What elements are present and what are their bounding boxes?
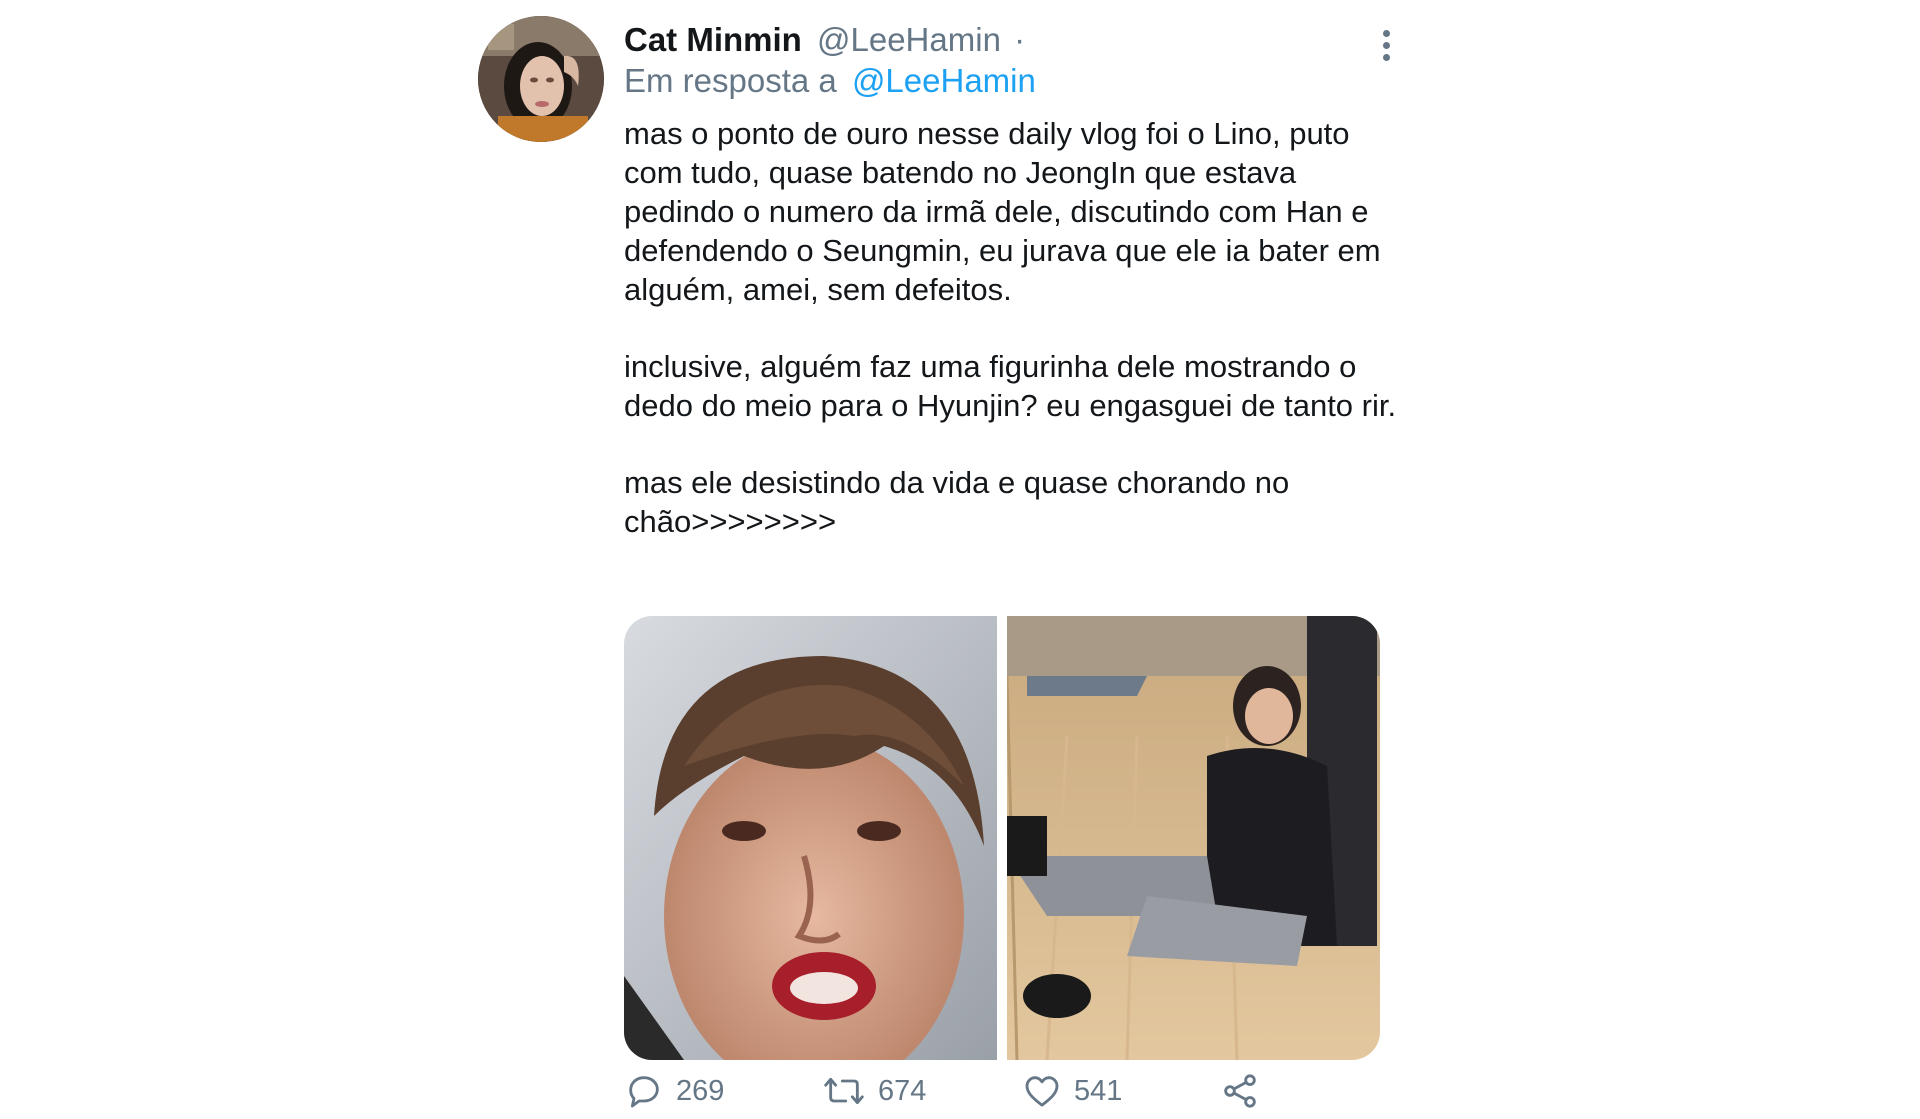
header-separator: · — [1014, 21, 1026, 58]
reply-to-handle-link[interactable]: @LeeHamin — [852, 62, 1036, 99]
share-button[interactable] — [1220, 1068, 1260, 1114]
author-display-name[interactable]: Cat Minmin — [624, 21, 802, 58]
reply-count: 269 — [676, 1074, 725, 1107]
media-photo-2[interactable] — [1007, 616, 1380, 1060]
retweet-arrows-icon — [824, 1077, 864, 1105]
reply-button[interactable]: 269 — [624, 1068, 724, 1114]
more-vertical-icon-dot — [1382, 41, 1390, 49]
author-handle[interactable]: @LeeHamin — [817, 21, 1001, 58]
avatar-photo — [478, 16, 604, 142]
like-button[interactable]: 541 — [1022, 1068, 1122, 1114]
media-photo-1[interactable] — [624, 616, 997, 1060]
tweet-paragraph: mas ele desistindo da vida e quase chora… — [624, 465, 1298, 539]
avatar[interactable] — [478, 16, 604, 142]
share-icon — [1224, 1074, 1256, 1108]
tweet-paragraph: inclusive, alguém faz uma figurinha dele… — [624, 349, 1397, 423]
like-count: 541 — [1074, 1074, 1123, 1107]
more-options-button[interactable] — [1370, 22, 1402, 68]
reply-bubble-icon — [629, 1076, 659, 1108]
tweet: Cat Minmin @LeeHamin · Em resposta a @Le… — [478, 16, 1418, 1116]
retweet-count: 674 — [878, 1074, 927, 1107]
reply-context: Em resposta a @LeeHamin — [624, 61, 1036, 101]
media-grid — [624, 616, 1380, 1060]
more-vertical-icon — [1382, 29, 1390, 37]
tweet-paragraph: mas o ponto de ouro nesse daily vlog foi… — [624, 116, 1390, 307]
photo-sitting-on-floor — [1007, 616, 1380, 1060]
more-vertical-icon-dot — [1382, 53, 1390, 61]
tweet-text: mas o ponto de ouro nesse daily vlog foi… — [624, 114, 1404, 579]
retweet-button[interactable]: 674 — [822, 1068, 926, 1114]
heart-icon — [1025, 1076, 1059, 1107]
reply-prefix: Em resposta a — [624, 62, 837, 99]
tweet-header: Cat Minmin @LeeHamin · — [624, 20, 1025, 60]
photo-close-up-face — [624, 616, 997, 1060]
tweet-actions: 269 674 541 — [624, 1068, 1384, 1114]
